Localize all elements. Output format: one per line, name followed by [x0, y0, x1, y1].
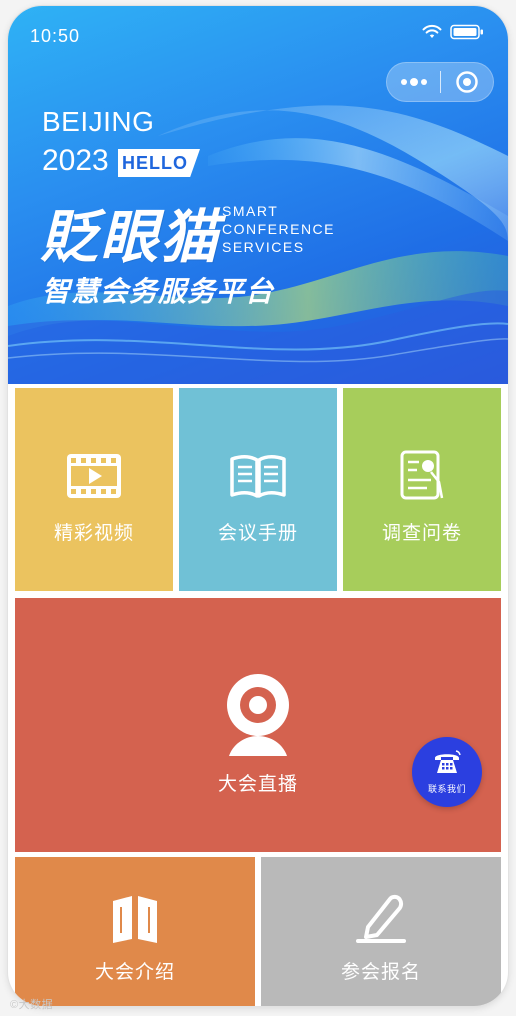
telephone-icon: [432, 749, 462, 780]
tile-survey-label: 调查问卷: [381, 523, 462, 544]
status-time: 10:50: [30, 26, 81, 46]
tile-video[interactable]: 精彩视频: [15, 388, 173, 591]
tile-signup-label: 参会报名: [340, 962, 421, 983]
tile-video-label: 精彩视频: [53, 523, 134, 544]
brand-title: 貶眼猫: [40, 205, 221, 270]
wifi-icon: [422, 24, 442, 45]
open-book-icon: [229, 450, 287, 502]
smart-conference-text: SMART CONFERENCE SERVICES: [222, 202, 335, 256]
tile-intro-label: 大会介绍: [94, 962, 175, 983]
tile-manual-label: 会议手册: [217, 523, 298, 544]
smart-line-2: CONFERENCE: [222, 221, 336, 237]
webcam-icon: [223, 672, 293, 761]
tile-signup[interactable]: 参会报名: [261, 857, 501, 1006]
banner-hello-tag: HELLO: [118, 149, 200, 177]
battery-icon: [450, 24, 484, 45]
tile-live-label: 大会直播: [217, 774, 298, 795]
platform-subtitle: 智慧会务服务平台: [42, 276, 275, 307]
more-dots-icon[interactable]: [387, 63, 440, 101]
watermark: ©大数据: [10, 999, 54, 1011]
phone-frame: 10:50 BEIJING 2023 HELLO 貶眼猫 SMART CONFE…: [8, 6, 508, 1006]
tile-manual[interactable]: 会议手册: [179, 388, 337, 591]
hero-banner: 10:50 BEIJING 2023 HELLO 貶眼猫 SMART CONFE…: [8, 6, 508, 384]
mini-program-capsule: [386, 62, 494, 102]
tile-live[interactable]: 大会直播: [15, 598, 501, 852]
film-play-icon: [65, 450, 123, 502]
contact-us-button[interactable]: 联系我们: [412, 737, 482, 807]
smart-line-3: SERVICES: [222, 239, 305, 255]
tile-survey[interactable]: 调查问卷: [343, 388, 501, 591]
banner-year: 2023: [42, 144, 109, 177]
open-book-icon: [110, 891, 160, 945]
smart-line-1: SMART: [222, 203, 279, 219]
banner-city: BEIJING: [42, 106, 155, 137]
pen-sign-icon: [354, 891, 408, 945]
tile-intro[interactable]: 大会介绍: [15, 857, 255, 1006]
questionnaire-icon: [399, 450, 445, 502]
target-circle-icon[interactable]: [441, 63, 493, 101]
status-icons: [422, 24, 484, 45]
contact-us-label: 联系我们: [427, 784, 466, 794]
